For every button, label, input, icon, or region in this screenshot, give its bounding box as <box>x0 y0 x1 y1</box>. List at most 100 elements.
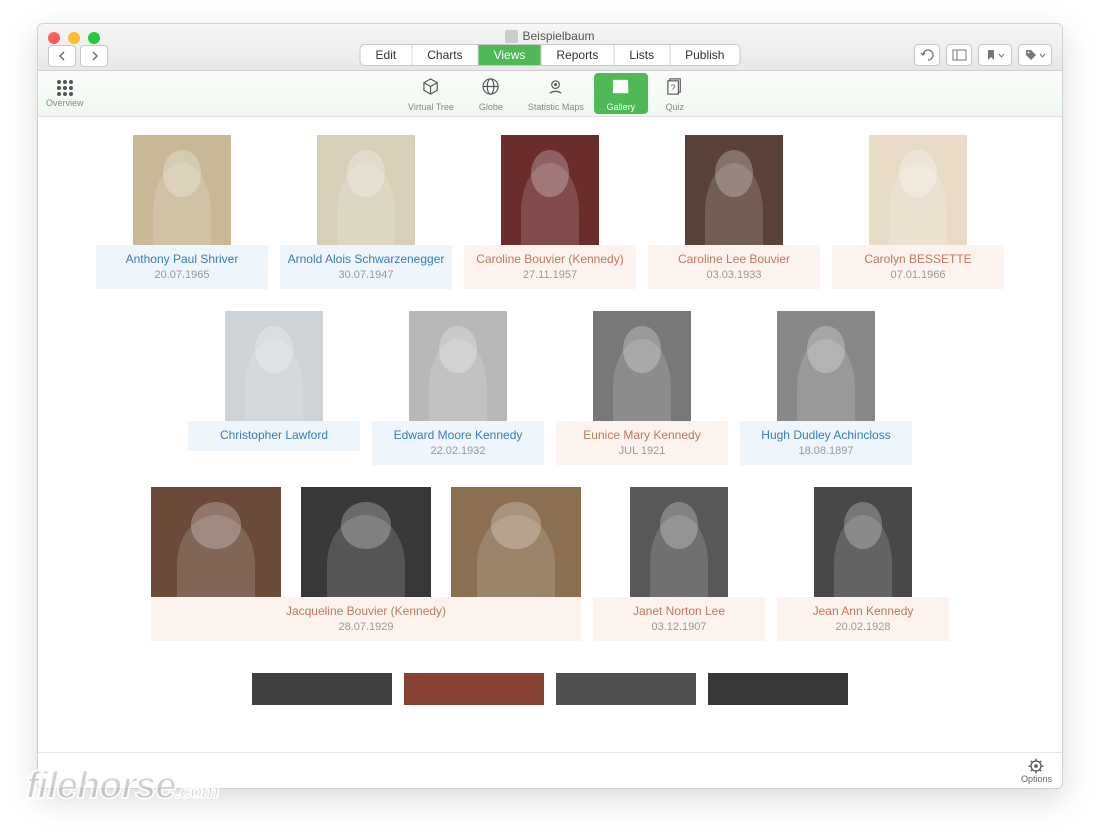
person-name: Anthony Paul Shriver <box>102 252 262 267</box>
person-name: Caroline Bouvier (Kennedy) <box>470 252 630 267</box>
gallery-row: Jacqueline Bouvier (Kennedy)28.07.1929 Ja… <box>78 487 1022 641</box>
watermark-text: filehorse <box>26 765 175 807</box>
chevron-down-icon <box>1039 53 1046 58</box>
view-tab-label: Quiz <box>666 102 685 112</box>
person-date: 03.12.1907 <box>599 621 759 633</box>
person-card[interactable]: Caroline Bouvier (Kennedy) 27.11.1957 <box>464 135 636 289</box>
chevron-down-icon <box>998 53 1005 58</box>
overview-button[interactable]: Overview <box>46 80 84 108</box>
person-label: Caroline Bouvier (Kennedy) 27.11.1957 <box>464 245 636 289</box>
person-label: Edward Moore Kennedy22.02.1932 <box>372 421 544 465</box>
person-name: Edward Moore Kennedy <box>378 428 538 443</box>
person-photo <box>777 311 875 421</box>
person-date: 18.08.1897 <box>746 445 906 457</box>
person-label: Anthony Paul Shriver 20.07.1965 <box>96 245 268 289</box>
person-card[interactable]: Eunice Mary Kennedy JUL 1921 <box>556 311 728 465</box>
overview-label: Overview <box>46 98 84 108</box>
back-button[interactable] <box>48 45 76 67</box>
undo-button[interactable] <box>914 44 940 66</box>
view-tab-gallery[interactable]: Gallery <box>594 73 648 114</box>
person-name: Carolyn BESSETTE <box>838 252 998 267</box>
person-card[interactable]: Carolyn BESSETTE 07.01.1966 <box>832 135 1004 289</box>
person-photo <box>151 487 281 597</box>
person-label: Eunice Mary Kennedy JUL 1921 <box>556 421 728 465</box>
person-photo <box>593 311 691 421</box>
sidebar-icon <box>952 49 967 61</box>
gear-icon <box>1028 758 1044 774</box>
person-photo <box>685 135 783 245</box>
person-photo <box>501 135 599 245</box>
person-card[interactable]: Anthony Paul Shriver 20.07.1965 <box>96 135 268 289</box>
person-date: JUL 1921 <box>562 445 722 457</box>
person-card[interactable] <box>404 673 544 705</box>
quiz-icon: ? <box>665 77 684 101</box>
tab-edit[interactable]: Edit <box>361 45 413 65</box>
person-card[interactable]: Arnold Alois Schwarzenegger30.07.1947 <box>280 135 452 289</box>
bookmark-icon <box>986 49 996 61</box>
person-photo <box>409 311 507 421</box>
tab-views[interactable]: Views <box>479 45 542 65</box>
person-date: 27.11.1957 <box>470 269 630 281</box>
person-label: Caroline Lee Bouvier03.03.1933 <box>648 245 820 289</box>
window-title: Beispielbaum <box>38 29 1062 43</box>
gallery-row: Anthony Paul Shriver 20.07.1965 Arnold Alo… <box>78 135 1022 289</box>
watermark-suffix: .com <box>175 781 218 803</box>
person-date: 07.01.1966 <box>838 269 998 281</box>
gallery-row: Christopher Lawford Edward Moore Kennedy2… <box>78 311 1022 465</box>
tab-charts[interactable]: Charts <box>412 45 478 65</box>
statistic-maps-icon <box>546 77 565 101</box>
chevron-right-icon <box>90 51 99 61</box>
bookmark-button[interactable] <box>978 44 1012 66</box>
person-card[interactable] <box>252 673 392 705</box>
view-tab-virtual-tree[interactable]: Virtual Tree <box>398 73 464 114</box>
sidebar-toggle-button[interactable] <box>946 44 972 66</box>
person-card[interactable]: Janet Norton Lee03.12.1907 <box>593 487 765 641</box>
options-label: Options <box>1021 774 1052 784</box>
globe-icon <box>481 77 500 101</box>
view-tab-quiz[interactable]: ?Quiz <box>648 73 702 114</box>
person-photo <box>252 673 392 705</box>
person-date: 20.07.1965 <box>102 269 262 281</box>
tab-reports[interactable]: Reports <box>541 45 614 65</box>
person-card[interactable]: Edward Moore Kennedy22.02.1932 <box>372 311 544 465</box>
person-label: Christopher Lawford <box>188 421 360 451</box>
chevron-left-icon <box>58 51 67 61</box>
person-label: Janet Norton Lee03.12.1907 <box>593 597 765 641</box>
person-name: Jean Ann Kennedy <box>783 604 943 619</box>
view-tab-label: Gallery <box>607 102 636 112</box>
person-name: Caroline Lee Bouvier <box>654 252 814 267</box>
main-tabs: EditChartsViewsReportsListsPublish <box>360 44 741 66</box>
forward-button[interactable] <box>80 45 108 67</box>
gallery: Anthony Paul Shriver 20.07.1965 Arnold Alo… <box>38 135 1062 705</box>
document-icon <box>505 30 518 43</box>
tab-lists[interactable]: Lists <box>614 45 670 65</box>
person-card[interactable]: Caroline Lee Bouvier03.03.1933 <box>648 135 820 289</box>
person-photo <box>630 487 728 597</box>
person-label: Hugh Dudley Achincloss18.08.1897 <box>740 421 912 465</box>
view-tab-globe[interactable]: Globe <box>464 73 518 114</box>
person-label: Arnold Alois Schwarzenegger30.07.1947 <box>280 245 452 289</box>
view-tab-label: Statistic Maps <box>528 102 584 112</box>
person-photo <box>556 673 696 705</box>
person-card[interactable]: Hugh Dudley Achincloss18.08.1897 <box>740 311 912 465</box>
undo-icon <box>920 49 935 62</box>
person-photo <box>133 135 231 245</box>
tab-publish[interactable]: Publish <box>670 45 739 65</box>
nav-buttons <box>48 45 108 67</box>
tag-button[interactable] <box>1018 44 1052 66</box>
tag-icon <box>1025 49 1037 61</box>
person-date: 28.07.1929 <box>157 621 575 633</box>
options-button[interactable]: Options <box>1021 758 1052 784</box>
gallery-icon <box>611 77 630 101</box>
gallery-row <box>78 673 1022 705</box>
person-card[interactable] <box>556 673 696 705</box>
person-card[interactable]: Jacqueline Bouvier (Kennedy)28.07.1929 <box>151 487 581 641</box>
person-card[interactable]: Jean Ann Kennedy20.02.1928 <box>777 487 949 641</box>
person-card[interactable]: Christopher Lawford <box>188 311 360 465</box>
view-tab-statistic-maps[interactable]: Statistic Maps <box>518 73 594 114</box>
grid-icon <box>57 80 73 96</box>
titlebar: Beispielbaum EditChartsViewsReportsLists… <box>38 24 1062 71</box>
person-card[interactable] <box>708 673 848 705</box>
content-area: Anthony Paul Shriver 20.07.1965 Arnold Alo… <box>38 117 1062 788</box>
person-name: Eunice Mary Kennedy <box>562 428 722 443</box>
